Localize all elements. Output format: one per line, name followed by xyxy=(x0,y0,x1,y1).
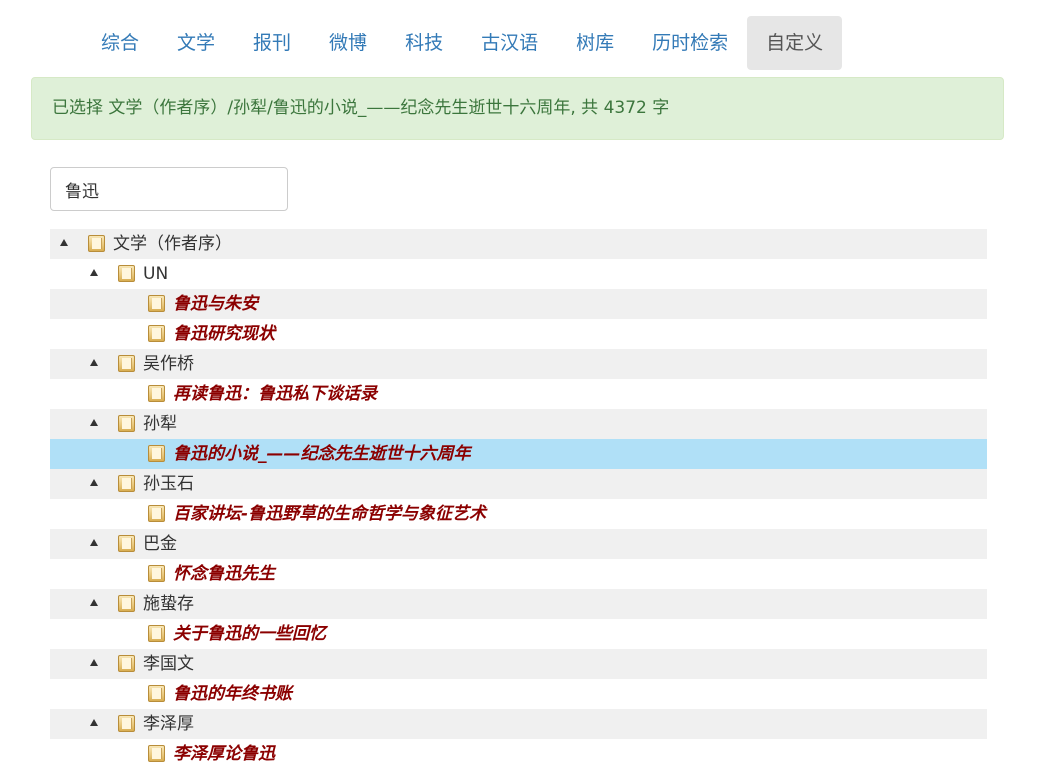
tree-leaf-item[interactable]: 李泽厚论鲁迅 xyxy=(50,739,987,769)
tree-item-label: 关于鲁迅的一些回忆 xyxy=(173,624,326,644)
tree-item-label: 施蛰存 xyxy=(143,594,194,614)
folder-icon xyxy=(118,715,135,732)
folder-icon xyxy=(118,475,135,492)
tab-lishi-jiansuo[interactable]: 历时检索 xyxy=(633,16,747,70)
folder-icon xyxy=(118,415,135,432)
tab-guhanyu[interactable]: 古汉语 xyxy=(462,16,557,70)
tree-leaf-item[interactable]: 鲁迅的年终书账 xyxy=(50,679,987,709)
tree-item-label: 再读鲁迅：鲁迅私下谈话录 xyxy=(173,384,377,404)
tree-folder-item[interactable]: 施蛰存 xyxy=(50,589,987,619)
tree-item-label: 鲁迅的年终书账 xyxy=(173,684,292,704)
tree-item-label: 文学（作者序） xyxy=(113,234,232,254)
tree-item-label: 李国文 xyxy=(143,654,194,674)
tree-folder-item[interactable]: 文学（作者序） xyxy=(50,229,987,259)
tree-item-label: 鲁迅与朱安 xyxy=(173,294,258,314)
tree-item-label: 巴金 xyxy=(143,534,177,554)
tree-folder-item[interactable]: UN xyxy=(50,259,987,289)
expand-toggle-icon[interactable] xyxy=(90,719,98,726)
expand-toggle-icon[interactable] xyxy=(90,419,98,426)
folder-icon xyxy=(148,325,165,342)
tab-weibo[interactable]: 微博 xyxy=(310,16,386,70)
tree-item-label: 百家讲坛-鲁迅野草的生命哲学与象征艺术 xyxy=(173,504,487,524)
tree-item-label: 孙玉石 xyxy=(143,474,194,494)
selection-alert: 已选择 文学（作者序）/孙犁/鲁迅的小说_——纪念先生逝世十六周年, 共 437… xyxy=(31,77,1004,140)
folder-icon xyxy=(118,535,135,552)
folder-icon xyxy=(148,295,165,312)
nav-tabs: 综合 文学 报刊 微博 科技 古汉语 树库 历时检索 自定义 xyxy=(82,16,843,70)
tree-leaf-item[interactable]: 关于鲁迅的一些回忆 xyxy=(50,619,987,649)
folder-icon xyxy=(118,655,135,672)
tree-folder-item[interactable]: 李泽厚 xyxy=(50,709,987,739)
tree-item-label: 吴作桥 xyxy=(143,354,194,374)
tab-zidingyi[interactable]: 自定义 xyxy=(747,16,843,70)
expand-toggle-icon[interactable] xyxy=(60,239,68,246)
folder-icon xyxy=(148,625,165,642)
tree-leaf-item[interactable]: 怀念鲁迅先生 xyxy=(50,559,987,589)
expand-toggle-icon[interactable] xyxy=(90,359,98,366)
folder-icon xyxy=(148,745,165,762)
folder-icon xyxy=(148,445,165,462)
expand-toggle-icon[interactable] xyxy=(90,269,98,276)
tab-keji[interactable]: 科技 xyxy=(386,16,462,70)
tree-search-input[interactable] xyxy=(50,167,288,211)
folder-icon xyxy=(148,565,165,582)
tree-folder-item[interactable]: 李国文 xyxy=(50,649,987,679)
tree-leaf-item[interactable]: 鲁迅研究现状 xyxy=(50,319,987,349)
corpus-tree: 文学（作者序） UN 鲁迅与朱安鲁迅研究现状吴作桥再读鲁迅：鲁迅私下谈话录孙犁鲁迅的… xyxy=(50,229,987,769)
tree-folder-item[interactable]: 巴金 xyxy=(50,529,987,559)
folder-icon xyxy=(88,235,105,252)
tree-leaf-item[interactable]: 再读鲁迅：鲁迅私下谈话录 xyxy=(50,379,987,409)
tree-item-label: 孙犁 xyxy=(143,414,177,434)
tree-folder-item[interactable]: 孙犁 xyxy=(50,409,987,439)
tree-leaf-item[interactable]: 百家讲坛-鲁迅野草的生命哲学与象征艺术 xyxy=(50,499,987,529)
tab-baokan[interactable]: 报刊 xyxy=(234,16,310,70)
expand-toggle-icon[interactable] xyxy=(90,539,98,546)
tab-shuku[interactable]: 树库 xyxy=(557,16,633,70)
tree-item-label: 李泽厚 xyxy=(143,714,194,734)
expand-toggle-icon[interactable] xyxy=(90,599,98,606)
folder-icon xyxy=(118,595,135,612)
tree-folder-item[interactable]: 孙玉石 xyxy=(50,469,987,499)
folder-icon xyxy=(148,385,165,402)
tree-leaf-item[interactable]: 鲁迅与朱安 xyxy=(50,289,987,319)
tree-item-label: 李泽厚论鲁迅 xyxy=(173,744,275,764)
folder-icon xyxy=(148,505,165,522)
expand-toggle-icon[interactable] xyxy=(90,479,98,486)
tree-leaf-item[interactable]: 鲁迅的小说_——纪念先生逝世十六周年 xyxy=(50,439,987,469)
tab-wenxue[interactable]: 文学 xyxy=(158,16,234,70)
tree-item-label: UN xyxy=(143,264,169,284)
tab-zonghe[interactable]: 综合 xyxy=(82,16,158,70)
folder-icon xyxy=(118,265,135,282)
folder-icon xyxy=(148,685,165,702)
tree-item-label: 鲁迅研究现状 xyxy=(173,324,275,344)
expand-toggle-icon[interactable] xyxy=(90,659,98,666)
tree-folder-item[interactable]: 吴作桥 xyxy=(50,349,987,379)
folder-icon xyxy=(118,355,135,372)
tree-item-label: 怀念鲁迅先生 xyxy=(173,564,275,584)
tree-item-label: 鲁迅的小说_——纪念先生逝世十六周年 xyxy=(173,444,471,464)
